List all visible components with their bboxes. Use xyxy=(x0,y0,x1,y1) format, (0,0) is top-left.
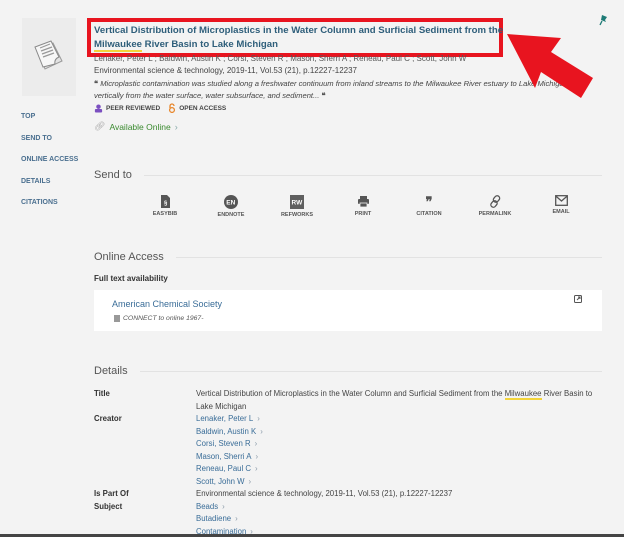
send-to-permalink[interactable]: PERMALINK xyxy=(462,195,528,218)
send-to-print[interactable]: PRINT xyxy=(330,195,396,218)
details-title-text: Vertical Distribution of Microplastics i… xyxy=(196,389,505,398)
creator-link[interactable]: Reneau, Paul C › xyxy=(196,463,596,476)
online-access-heading-text: Online Access xyxy=(94,251,164,263)
creator-link[interactable]: Mason, Sherri A › xyxy=(196,451,596,464)
peer-reviewed-label: PEER REVIEWED xyxy=(106,104,161,112)
send-to-refworks[interactable]: RW REFWORKS xyxy=(264,195,330,218)
pin-icon[interactable] xyxy=(599,14,609,26)
details-label: Subject xyxy=(94,501,123,511)
divider xyxy=(139,370,602,372)
record-thumbnail xyxy=(22,18,76,96)
print-icon xyxy=(357,196,369,208)
online-access-card[interactable]: American Chemical Society CONNECT to onl… xyxy=(94,290,602,331)
details-label: Title xyxy=(94,389,110,398)
details-row-ispartof: Is Part Of Environmental science & techn… xyxy=(94,488,596,501)
chevron-right-icon: › xyxy=(257,414,260,423)
details-heading-text: Details xyxy=(94,365,128,377)
send-to-citation[interactable]: ❞ CITATION xyxy=(396,195,462,218)
details-heading: Details xyxy=(94,365,602,377)
chevron-right-icon: › xyxy=(254,439,258,448)
nav-send-to[interactable]: SEND TO xyxy=(21,135,78,157)
available-online-link[interactable]: 🔗︎ Available Online › xyxy=(94,121,178,132)
permalink-label: PERMALINK xyxy=(478,211,512,217)
section-nav: TOP SEND TO ONLINE ACCESS DETAILS CITATI… xyxy=(21,113,78,221)
full-text-availability-label: Full text availability xyxy=(94,274,168,283)
send-to-actions: § EASYBIB EN ENDNOTE RW REFWORKS PRINT ❞… xyxy=(132,195,594,218)
envelope-icon xyxy=(554,195,568,206)
document-icon xyxy=(114,315,120,322)
nav-online-access[interactable]: ONLINE ACCESS xyxy=(21,156,78,178)
record-authors: Lenaker, Peter L ; Baldwin, Austin K ; C… xyxy=(94,54,467,63)
external-link-icon[interactable] xyxy=(574,295,582,303)
email-label: EMAIL xyxy=(552,209,570,215)
creator-link[interactable]: Scott, John W › xyxy=(196,476,596,489)
creator-link[interactable]: Corsi, Steven R › xyxy=(196,438,596,451)
svg-text:RW: RW xyxy=(292,200,304,207)
nav-citations[interactable]: CITATIONS xyxy=(21,199,78,221)
peer-reviewed-badge: PEER REVIEWED xyxy=(94,103,161,113)
record-title[interactable]: Vertical Distribution of Microplastics i… xyxy=(94,24,504,52)
open-access-badge: OPEN ACCESS xyxy=(168,103,226,113)
details-label: Is Part Of xyxy=(94,489,129,498)
details-table: Title Vertical Distribution of Microplas… xyxy=(94,388,596,537)
annotation-arrow xyxy=(507,34,593,98)
creator-link[interactable]: Baldwin, Austin K › xyxy=(196,426,596,439)
creator-link[interactable]: Lenaker, Peter L › xyxy=(196,413,596,426)
send-to-heading-text: Send to xyxy=(94,169,132,181)
creator-list: Lenaker, Peter L › Baldwin, Austin K › Cor… xyxy=(196,413,596,488)
send-to-heading: Send to xyxy=(94,169,602,181)
print-label: PRINT xyxy=(354,211,372,217)
nav-details[interactable]: DETAILS xyxy=(21,178,78,200)
ispartof-value: Environmental science & technology, 2019… xyxy=(196,489,453,498)
nav-top[interactable]: TOP xyxy=(21,113,78,135)
details-label: Creator xyxy=(94,414,122,423)
record-source: Environmental science & technology, 2019… xyxy=(94,66,357,75)
subject-link[interactable]: Beads › xyxy=(196,501,596,514)
easybib-label: EASYBIB xyxy=(152,211,178,217)
details-title-value: Vertical Distribution of Microplastics i… xyxy=(196,388,596,413)
online-access-heading: Online Access xyxy=(94,251,602,263)
send-to-easybib[interactable]: § EASYBIB xyxy=(132,195,198,218)
refworks-icon: RW xyxy=(290,195,304,209)
send-to-email[interactable]: EMAIL xyxy=(528,195,594,218)
chevron-right-icon: › xyxy=(235,514,238,523)
quote-icon: ❞ xyxy=(425,194,433,209)
details-row-creator: Creator Lenaker, Peter L › Baldwin, Austi… xyxy=(94,413,596,488)
divider xyxy=(143,174,602,176)
chevron-right-icon: › xyxy=(260,426,263,436)
quote-close-icon: ❝ xyxy=(319,91,326,100)
title-text[interactable]: Vertical Distribution of Microplastics i… xyxy=(94,25,503,36)
easybib-icon: § xyxy=(160,195,170,208)
refworks-label: REFWORKS xyxy=(280,212,314,218)
chevron-right-icon: › xyxy=(248,476,252,486)
coverage-text: CONNECT to online 1967- xyxy=(123,315,204,322)
chevron-right-icon: › xyxy=(174,121,178,132)
details-title-highlight: Milwaukee xyxy=(504,389,542,400)
subject-list: Beads › Butadiene › Contamination › xyxy=(196,501,596,537)
svg-text:EN: EN xyxy=(226,200,235,207)
details-row-title: Title Vertical Distribution of Microplas… xyxy=(94,388,596,413)
send-to-endnote[interactable]: EN ENDNOTE xyxy=(198,195,264,218)
provider-link[interactable]: American Chemical Society xyxy=(112,299,222,309)
chevron-right-icon: › xyxy=(255,451,259,461)
available-online-label[interactable]: Available Online xyxy=(109,122,170,132)
endnote-label: ENDNOTE xyxy=(217,212,245,218)
record-badges: PEER REVIEWED OPEN ACCESS xyxy=(94,103,226,113)
document-icon xyxy=(34,40,63,70)
divider xyxy=(175,256,602,258)
open-access-lock-icon xyxy=(169,103,176,113)
title-highlight[interactable]: Milwaukee xyxy=(94,39,142,52)
details-row-subject: Subject Beads › Butadiene › Contamination › xyxy=(94,501,596,537)
citation-label: CITATION xyxy=(416,211,442,217)
peer-reviewed-icon xyxy=(94,103,103,113)
open-access-label: OPEN ACCESS xyxy=(179,104,227,112)
link-icon: 🔗︎ xyxy=(94,121,106,131)
chevron-right-icon: › xyxy=(222,501,225,511)
subject-link[interactable]: Butadiene › xyxy=(196,513,596,526)
endnote-icon: EN xyxy=(224,195,238,209)
chevron-right-icon: › xyxy=(255,464,258,473)
coverage-note: CONNECT to online 1967- xyxy=(114,315,203,322)
title-text-end[interactable]: River Basin to Lake Michigan xyxy=(142,39,278,50)
link-icon xyxy=(489,195,500,208)
